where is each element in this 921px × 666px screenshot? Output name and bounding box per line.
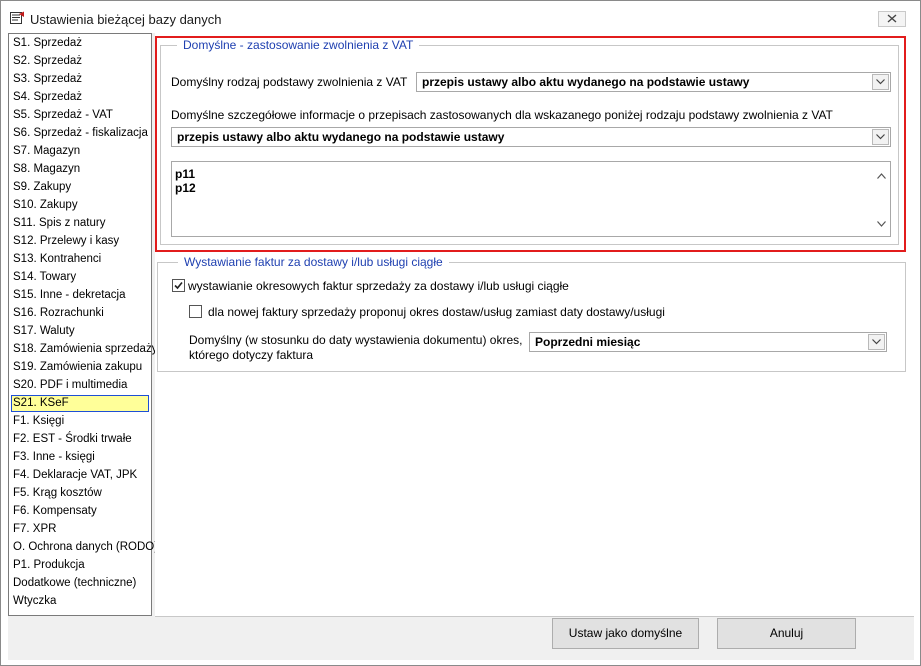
vat-exemption-group-title: Domyślne - zastosowanie zwolnienia z VAT (177, 38, 420, 52)
sidebar-item[interactable]: O. Ochrona danych (RODO) (11, 539, 158, 556)
default-period-value: Poprzedni miesiąc (535, 335, 641, 349)
sidebar-item[interactable]: S11. Spis z natury (11, 215, 149, 232)
sidebar-item[interactable]: S15. Inne - dekretacja (11, 287, 149, 304)
sidebar-item[interactable]: F7. XPR (11, 521, 149, 538)
sidebar-item[interactable]: S3. Sprzedaż (11, 71, 149, 88)
chevron-down-icon[interactable] (872, 74, 889, 90)
sidebar-item[interactable]: S14. Towary (11, 269, 149, 286)
new-invoice-period-option[interactable]: dla nowej faktury sprzedaży proponuj okr… (189, 304, 789, 320)
sidebar-item[interactable]: S18. Zamówienia sprzedaży (11, 341, 157, 358)
sidebar-item[interactable]: S20. PDF i multimedia (11, 377, 149, 394)
settings-window: Ustawienia bieżącej bazy danych S1. Sprz… (0, 0, 921, 666)
sidebar-item[interactable]: Dodatkowe (techniczne) (11, 575, 149, 592)
sidebar-item[interactable]: S19. Zamówienia zakupu (11, 359, 149, 376)
periodic-invoices-option[interactable]: wystawianie okresowych faktur sprzedaży … (172, 278, 772, 294)
scroll-down-icon[interactable] (877, 216, 886, 230)
chevron-down-icon[interactable] (872, 129, 889, 145)
sidebar-item[interactable]: S6. Sprzedaż - fiskalizacja (11, 125, 149, 142)
title-bar: Ustawienia bieżącej bazy danych (1, 1, 920, 33)
dialog-client-area: S1. Sprzedaż S2. Sprzedaż S3. Sprzedaż S4. … (8, 33, 914, 660)
database-settings-icon (10, 11, 25, 25)
sidebar-item[interactable]: S21. KSeF (11, 395, 149, 412)
sidebar-item[interactable]: F3. Inne - księgi (11, 449, 149, 466)
new-invoice-period-label: dla nowej faktury sprzedaży proponuj okr… (208, 305, 665, 319)
exemption-basis-value: przepis ustawy albo aktu wydanego na pod… (422, 75, 750, 89)
sidebar-item[interactable]: S2. Sprzedaż (11, 53, 149, 70)
sidebar-item[interactable]: F4. Deklaracje VAT, JPK (11, 467, 149, 484)
window-title: Ustawienia bieżącej bazy danych (30, 12, 222, 27)
exemption-details-label: Domyślne szczegółowe informacje o przepi… (171, 108, 833, 122)
exemption-basis-select[interactable]: przepis ustawy albo aktu wydanego na pod… (416, 72, 891, 92)
default-period-select[interactable]: Poprzedni miesiąc (529, 332, 887, 352)
sidebar-item[interactable]: F5. Krąg kosztów (11, 485, 149, 502)
cancel-button[interactable]: Anuluj (717, 618, 856, 649)
sidebar-item[interactable]: S12. Przelewy i kasy (11, 233, 149, 250)
memo-scrollbar[interactable] (873, 162, 890, 236)
sidebar-item[interactable]: S9. Zakupy (11, 179, 149, 196)
dialog-button-bar: Ustaw jako domyślne Anuluj (155, 616, 914, 660)
scroll-up-icon[interactable] (877, 168, 886, 182)
sidebar-item[interactable]: S10. Zakupy (11, 197, 149, 214)
close-icon (887, 12, 897, 26)
sidebar-item[interactable]: S13. Kontrahenci (11, 251, 149, 268)
sidebar-item[interactable]: F2. EST - Środki trwałe (11, 431, 149, 448)
periodic-invoices-group-title: Wystawianie faktur za dostawy i/lub usłu… (178, 255, 449, 269)
default-period-label: Domyślny (w stosunku do daty wystawienia… (189, 333, 523, 347)
periodic-invoices-checkbox[interactable] (172, 279, 185, 292)
sidebar-item[interactable]: S8. Magazyn (11, 161, 149, 178)
sidebar-item[interactable]: F6. Kompensaty (11, 503, 149, 520)
sidebar-item[interactable]: S4. Sprzedaż (11, 89, 149, 106)
periodic-invoices-label: wystawianie okresowych faktur sprzedaży … (188, 279, 569, 293)
periodic-invoices-group: Wystawianie faktur za dostawy i/lub usłu… (157, 255, 906, 372)
sidebar-item[interactable]: S5. Sprzedaż - VAT (11, 107, 149, 124)
sidebar-item[interactable]: S1. Sprzedaż (11, 35, 149, 52)
new-invoice-period-checkbox[interactable] (189, 305, 202, 318)
exemption-details-value: przepis ustawy albo aktu wydanego na pod… (177, 130, 505, 144)
sidebar-item[interactable]: S17. Waluty (11, 323, 149, 340)
vat-exemption-group: Domyślne - zastosowanie zwolnienia z VAT… (160, 38, 899, 245)
set-as-default-button[interactable]: Ustaw jako domyślne (552, 618, 699, 649)
exemption-details-select[interactable]: przepis ustawy albo aktu wydanego na pod… (171, 127, 891, 147)
memo-line: p12 (175, 181, 196, 195)
sidebar-item[interactable]: F1. Księgi (11, 413, 149, 430)
chevron-down-icon[interactable] (868, 334, 885, 350)
sidebar-item[interactable]: Wtyczka (11, 593, 149, 610)
memo-line: p11 (175, 167, 196, 181)
exemption-details-memo[interactable]: p11 p12 (171, 161, 891, 237)
sidebar-item[interactable]: S16. Rozrachunki (11, 305, 149, 322)
settings-category-list[interactable]: S1. Sprzedaż S2. Sprzedaż S3. Sprzedaż S4. … (8, 33, 158, 616)
sidebar-item[interactable]: P1. Produkcja (11, 557, 149, 574)
default-period-label-line2: którego dotyczy faktura (189, 348, 314, 362)
settings-panel: Domyślne - zastosowanie zwolnienia z VAT… (155, 33, 914, 616)
close-button[interactable] (878, 11, 906, 27)
sidebar-item[interactable]: S7. Magazyn (11, 143, 149, 160)
exemption-basis-label: Domyślny rodzaj podstawy zwolnienia z VA… (171, 75, 408, 89)
